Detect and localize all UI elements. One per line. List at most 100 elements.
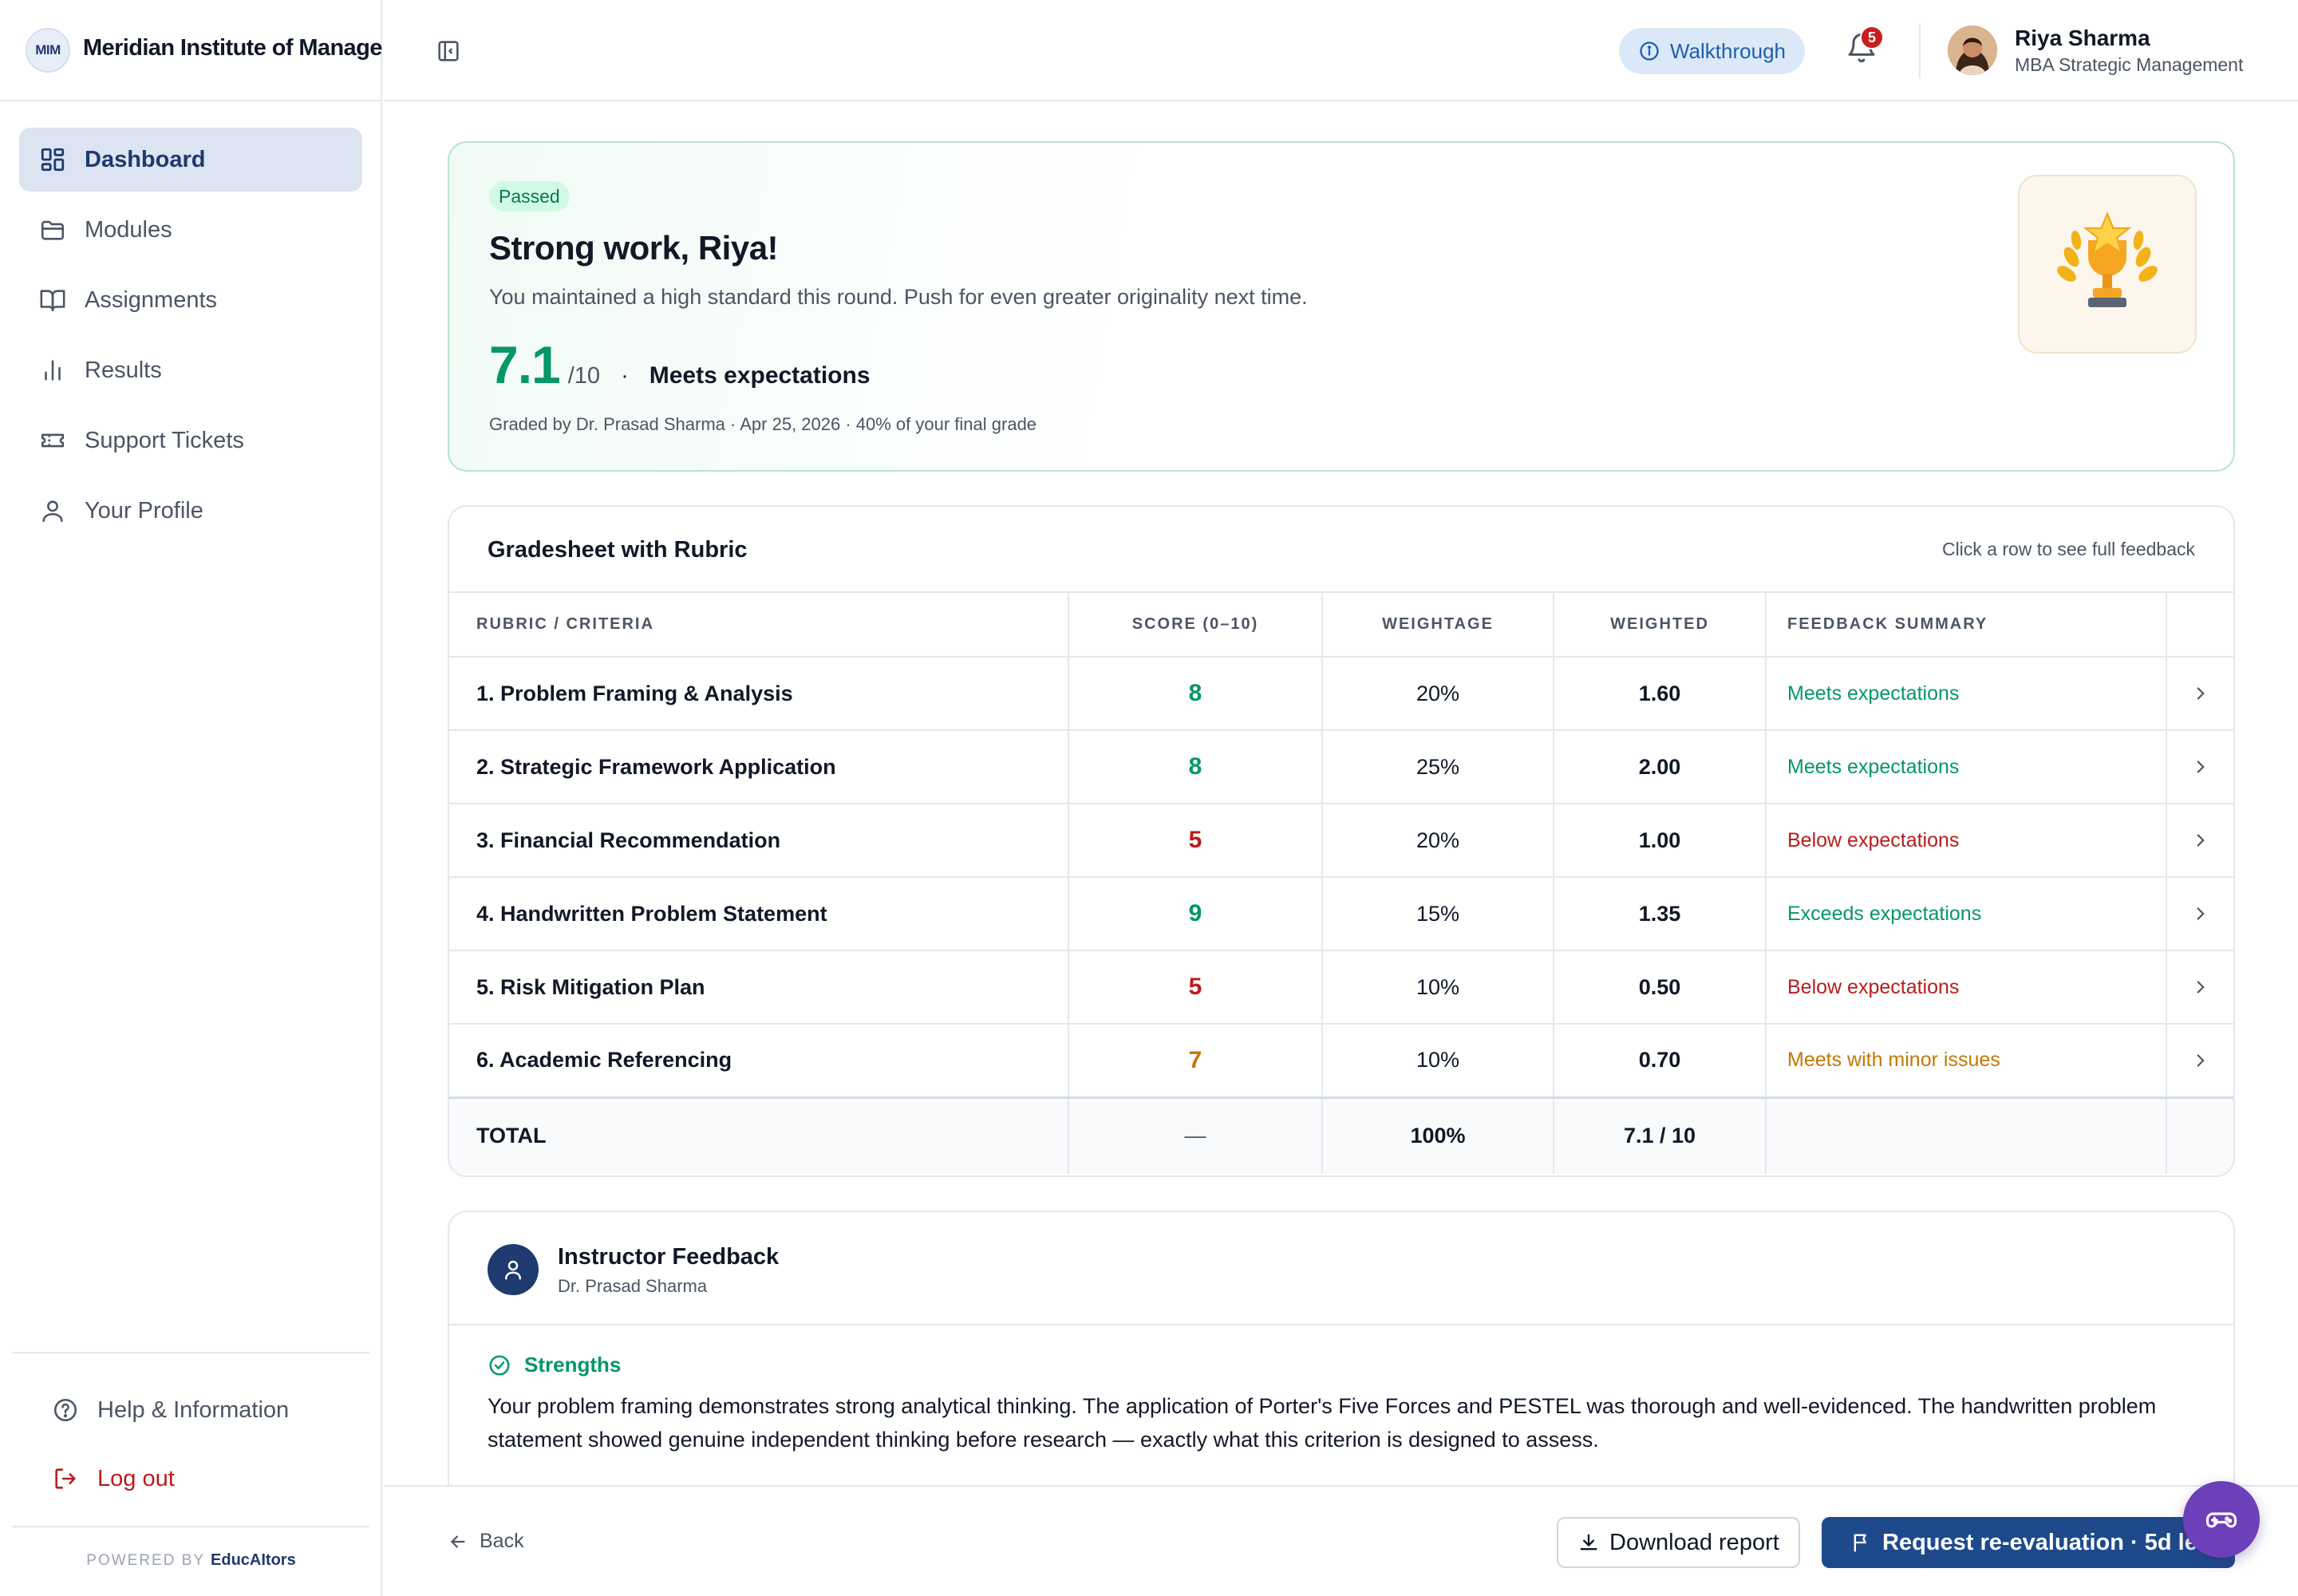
chevron-right-icon[interactable] <box>2166 657 2233 731</box>
rubric-table: RUBRIC / CRITERIA SCORE (0–10) WEIGHTAGE… <box>449 593 2233 1174</box>
brand-name: Meridian Institute of Management <box>83 35 382 61</box>
table-row[interactable]: 3. Financial Recommendation 5 20% 1.00 B… <box>449 804 2233 878</box>
user-program: MBA Strategic Management <box>2015 54 2244 75</box>
graded-by: Graded by Dr. Prasad Sharma · Apr 25, 20… <box>489 414 1037 434</box>
check-circle-icon <box>488 1353 511 1377</box>
walkthrough-label: Walkthrough <box>1670 38 1786 63</box>
table-row[interactable]: 4. Handwritten Problem Statement 9 15% 1… <box>449 877 2233 951</box>
chevron-right-icon[interactable] <box>2166 950 2233 1025</box>
weightage-cell: 20% <box>1322 657 1554 731</box>
brand[interactable]: MIM Meridian Institute of Management <box>0 0 382 101</box>
instructor-avatar-icon <box>488 1244 539 1295</box>
total-label: TOTAL <box>449 1096 1069 1174</box>
folder-icon <box>38 215 67 244</box>
total-weighted: 7.1 / 10 <box>1554 1096 1767 1174</box>
sidebar-item-results[interactable]: Results <box>19 338 362 402</box>
back-button[interactable]: Back <box>448 1530 524 1553</box>
weightage-cell: 15% <box>1322 877 1554 951</box>
download-report-button[interactable]: Download report <box>1557 1517 1800 1568</box>
table-row[interactable]: 5. Risk Mitigation Plan 5 10% 0.50 Below… <box>449 950 2233 1025</box>
notification-badge: 5 <box>1860 26 1884 49</box>
gradesheet-header: Gradesheet with Rubric Click a row to se… <box>449 507 2233 593</box>
table-row[interactable]: 1. Problem Framing & Analysis 8 20% 1.60… <box>449 657 2233 731</box>
trophy-icon <box>2018 175 2197 354</box>
weightage-cell: 10% <box>1322 950 1554 1025</box>
chevron-right-icon[interactable] <box>2166 730 2233 804</box>
logout-label: Log out <box>97 1465 175 1491</box>
sidebar-item-label: Assignments <box>85 286 218 313</box>
overall-score: 7.1 <box>489 335 561 394</box>
column-header: WEIGHTED <box>1554 593 1767 658</box>
help-label: Help & Information <box>97 1396 290 1423</box>
feedback-cell: Exceeds expectations <box>1766 877 2167 951</box>
powered-by: POWERED BY EducAItors <box>13 1526 369 1570</box>
score-cell: 8 <box>1068 657 1323 731</box>
chevron-right-icon[interactable] <box>2166 1024 2233 1098</box>
logout-button[interactable]: Log out <box>13 1444 369 1513</box>
sidebar-item-support-tickets[interactable]: Support Tickets <box>19 409 362 472</box>
help-link[interactable]: Help & Information <box>13 1376 369 1444</box>
request-reevaluation-button[interactable]: Request re-evaluation · 5d left <box>1822 1517 2235 1568</box>
sidebar-item-modules[interactable]: Modules <box>19 198 362 262</box>
weightage-cell: 25% <box>1322 730 1554 804</box>
sidebar-item-label: Your Profile <box>85 497 203 523</box>
avatar[interactable] <box>1948 26 1997 75</box>
grid-icon <box>38 145 67 174</box>
column-header: SCORE (0–10) <box>1068 593 1323 658</box>
chat-bot-button[interactable] <box>2183 1481 2260 1558</box>
table-header-row: RUBRIC / CRITERIA SCORE (0–10) WEIGHTAGE… <box>449 593 2233 658</box>
download-icon <box>1577 1531 1600 1554</box>
gradesheet-hint: Click a row to see full feedback <box>1941 539 2195 559</box>
instructor-feedback-card: Instructor Feedback Dr. Prasad Sharma St… <box>448 1211 2235 1485</box>
collapse-sidebar-icon[interactable] <box>435 38 462 65</box>
strengths-label: Strengths <box>524 1353 622 1377</box>
score-cell: 8 <box>1068 730 1323 804</box>
total-score: — <box>1068 1096 1323 1174</box>
score-row: 7.1 /10 · Meets expectations <box>489 334 871 395</box>
powered-by-brand: EducAItors <box>211 1551 296 1569</box>
feedback-author: Dr. Prasad Sharma <box>558 1276 708 1296</box>
column-header: FEEDBACK SUMMARY <box>1766 593 2167 658</box>
feedback-header: Instructor Feedback Dr. Prasad Sharma <box>449 1212 2233 1325</box>
result-subtitle: You maintained a high standard this roun… <box>489 285 1308 309</box>
strengths-heading: Strengths <box>488 1353 621 1377</box>
total-weightage: 100% <box>1322 1096 1554 1174</box>
sidebar-nav: Dashboard Modules Assignments Results Su… <box>19 128 362 549</box>
feedback-cell: Meets with minor issues <box>1766 1024 2167 1098</box>
sidebar-footer: Help & Information Log out <box>13 1352 369 1513</box>
weighted-cell: 1.60 <box>1554 657 1767 731</box>
gradesheet-card: Gradesheet with Rubric Click a row to se… <box>448 505 2235 1177</box>
logout-icon <box>51 1464 80 1493</box>
total-row: TOTAL — 100% 7.1 / 10 <box>449 1096 2233 1174</box>
user-name: Riya Sharma <box>2015 26 2150 50</box>
brand-logo: MIM <box>26 28 70 73</box>
action-footer: Back Download report Request re-evaluati… <box>384 1485 2298 1596</box>
walkthrough-button[interactable]: Walkthrough <box>1619 28 1805 74</box>
sidebar-item-assignments[interactable]: Assignments <box>19 268 362 332</box>
flag-icon <box>1850 1531 1873 1554</box>
sidebar: MIM Meridian Institute of Management Das… <box>0 0 382 1596</box>
feedback-cell: Meets expectations <box>1766 730 2167 804</box>
criteria-cell: 5. Risk Mitigation Plan <box>449 950 1069 1025</box>
score-out-of: /10 <box>567 363 601 389</box>
feedback-cell: Below expectations <box>1766 950 2167 1025</box>
table-row[interactable]: 6. Academic Referencing 7 10% 0.70 Meets… <box>449 1024 2233 1098</box>
user-icon <box>38 496 67 525</box>
criteria-cell: 3. Financial Recommendation <box>449 804 1069 878</box>
sidebar-item-your-profile[interactable]: Your Profile <box>19 479 362 543</box>
sidebar-item-dashboard[interactable]: Dashboard <box>19 128 362 192</box>
table-row[interactable]: 2. Strategic Framework Application 8 25%… <box>449 730 2233 804</box>
chevron-right-icon[interactable] <box>2166 804 2233 878</box>
ticket-icon <box>38 426 67 455</box>
result-summary-card: Passed Strong work, Riya! You maintained… <box>448 141 2235 472</box>
chevron-right-icon[interactable] <box>2166 877 2233 951</box>
sidebar-item-label: Dashboard <box>85 146 206 172</box>
header-divider <box>1919 24 1921 78</box>
sidebar-item-label: Results <box>85 357 162 383</box>
help-circle-icon <box>51 1396 80 1424</box>
sidebar-item-label: Support Tickets <box>85 427 244 453</box>
score-cell: 7 <box>1068 1024 1323 1098</box>
info-icon <box>1638 40 1660 62</box>
status-badge: Passed <box>489 181 570 211</box>
download-label: Download report <box>1609 1529 1779 1555</box>
